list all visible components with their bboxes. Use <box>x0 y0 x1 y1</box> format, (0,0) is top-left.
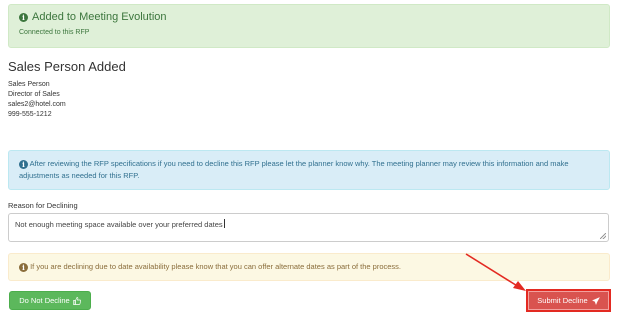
sales-person-name: Sales Person <box>8 81 50 88</box>
sales-person-email: sales2@hotel.com <box>8 101 66 108</box>
decline-reason-label: Reason for Declining <box>8 201 78 210</box>
success-alert: i Added to Meeting Evolution Connected t… <box>8 4 610 48</box>
success-alert-subtitle: Connected to this RFP <box>19 29 90 36</box>
warning-alert-text: If you are declining due to date availab… <box>30 262 402 271</box>
page-title: Sales Person Added <box>8 59 126 74</box>
success-alert-title-row: i Added to Meeting Evolution <box>19 11 599 23</box>
warning-alert: i If you are declining due to date avail… <box>8 253 610 281</box>
submit-decline-button[interactable]: Submit Decline <box>528 291 609 310</box>
annotation-arrow-head <box>513 281 526 291</box>
sales-person-phone: 999-555-1212 <box>8 111 52 118</box>
submit-decline-label: Submit Decline <box>537 296 588 305</box>
do-not-decline-button[interactable]: Do Not Decline <box>9 291 91 310</box>
text-cursor <box>223 219 225 228</box>
info-circle-icon: i <box>19 12 28 22</box>
resize-grip-icon[interactable] <box>600 233 606 239</box>
sales-person-role: Director of Sales <box>8 91 60 98</box>
info-circle-icon: i <box>19 160 28 169</box>
info-alert: i After reviewing the RFP specifications… <box>8 150 610 190</box>
sales-person-contact: Sales Person Director of Sales sales2@ho… <box>8 80 66 120</box>
success-alert-title: Added to Meeting Evolution <box>32 11 167 23</box>
paper-plane-icon <box>592 296 600 305</box>
info-circle-icon: i <box>19 263 28 272</box>
info-alert-text: After reviewing the RFP specifications i… <box>19 159 569 180</box>
decline-reason-textarea[interactable]: Not enough meeting space available over … <box>8 213 609 242</box>
decline-reason-value: Not enough meeting space available over … <box>15 220 223 229</box>
do-not-decline-label: Do Not Decline <box>19 296 70 305</box>
submit-decline-highlight: Submit Decline <box>526 289 611 312</box>
thumbs-up-icon <box>72 296 81 305</box>
